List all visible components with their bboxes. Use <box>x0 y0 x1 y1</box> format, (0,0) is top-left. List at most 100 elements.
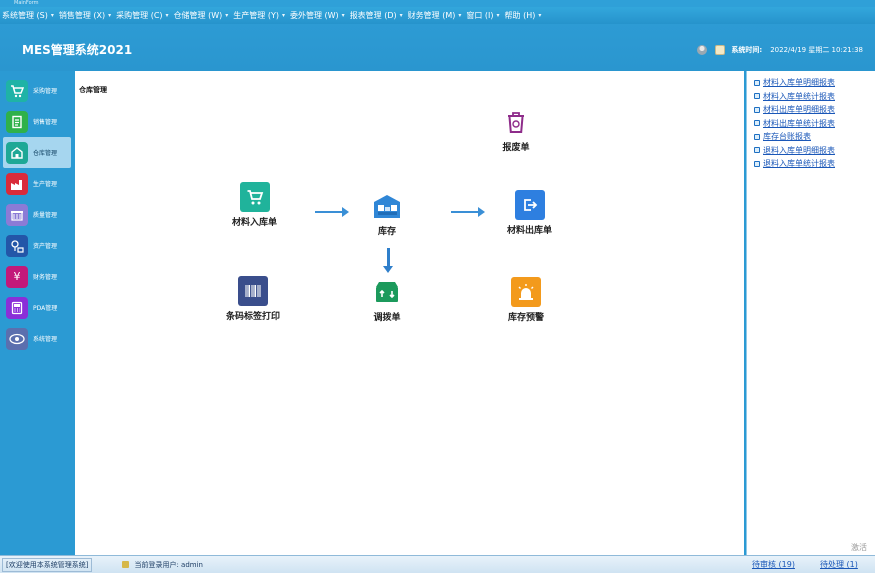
node-label: 调拨单 <box>373 313 401 323</box>
report-icon <box>754 160 760 167</box>
sidebar-item-sales[interactable]: 销售管理 <box>0 106 74 137</box>
sidebar: 采购管理 销售管理 仓库管理 生产管理 质量管理 资产管理 ¥ 财务管理 PDA… <box>0 71 74 555</box>
menu-reports[interactable]: 报表管理 (D) ▾ <box>350 10 408 21</box>
datetime-label: 系统时间: <box>731 46 763 54</box>
report-link[interactable]: 材料出库单统计报表 <box>754 117 875 131</box>
lock-icon <box>122 561 130 568</box>
pending-process-link[interactable]: 待处理 (1) <box>820 559 858 570</box>
material-in-node[interactable]: 材料入库单 <box>232 182 277 228</box>
sidebar-item-label: 财务管理 <box>33 274 58 281</box>
app-header: MES管理系统2021 系统时间: 2022/4/19 星期二 10:21:38 <box>0 24 875 71</box>
report-link[interactable]: 材料入库单明细报表 <box>754 76 875 90</box>
menu-finance[interactable]: 财务管理 (M) ▾ <box>408 10 467 21</box>
report-icon <box>754 106 760 113</box>
material-out-node[interactable]: 材料出库单 <box>507 190 552 236</box>
sidebar-item-finance[interactable]: ¥ 财务管理 <box>0 261 74 292</box>
flow-arrow-down <box>383 248 393 273</box>
scrap-order-node[interactable]: 报废单 <box>501 107 531 153</box>
node-label: 条码标签打印 <box>226 312 281 322</box>
alarm-icon <box>511 277 541 307</box>
window-titlebar: MainForm <box>0 0 875 7</box>
menu-sales[interactable]: 销售管理 (X) ▾ <box>59 10 116 21</box>
app-title: MES管理系统2021 <box>22 43 133 57</box>
report-link[interactable]: 材料入库单统计报表 <box>754 90 875 104</box>
gear-eye-icon <box>6 327 28 350</box>
page-title: 仓库管理 <box>79 86 107 94</box>
node-label: 库存预警 <box>508 313 545 323</box>
report-icon <box>754 120 760 127</box>
sidebar-item-label: 销售管理 <box>33 119 58 126</box>
report-link[interactable]: 退料入库单统计报表 <box>754 157 875 171</box>
pending-review-link[interactable]: 待审核 (19) <box>752 559 795 570</box>
sidebar-item-production[interactable]: 生产管理 <box>0 168 74 199</box>
chevron-down-icon: ▾ <box>225 12 229 19</box>
chevron-down-icon: ▾ <box>341 12 345 19</box>
sidebar-item-label: 仓库管理 <box>33 150 58 157</box>
sidebar-item-label: 资产管理 <box>33 243 58 250</box>
document-icon <box>6 110 28 133</box>
warehouse-icon <box>6 141 28 164</box>
transfer-order-node[interactable]: 调拨单 <box>372 277 402 323</box>
chevron-down-icon: ▾ <box>458 12 462 19</box>
report-icon <box>754 93 760 100</box>
sidebar-item-label: 质量管理 <box>33 212 58 219</box>
sidebar-item-quality[interactable]: 质量管理 <box>0 199 74 230</box>
sidebar-item-label: 生产管理 <box>33 181 58 188</box>
flow-arrow <box>315 207 349 217</box>
stock-alert-node[interactable]: 库存预警 <box>508 277 544 323</box>
header-status: 系统时间: 2022/4/19 星期二 10:21:38 <box>689 45 863 55</box>
menu-purchase[interactable]: 采购管理 (C) ▾ <box>116 10 173 21</box>
menu-production[interactable]: 生产管理 (Y) ▾ <box>233 10 290 21</box>
barcode-icon <box>238 276 268 306</box>
node-label: 库存 <box>377 227 396 237</box>
report-link[interactable]: 材料出库单明细报表 <box>754 103 875 117</box>
sidebar-item-purchase[interactable]: 采购管理 <box>0 75 74 106</box>
menu-warehouse[interactable]: 仓储管理 (W) ▾ <box>174 10 234 21</box>
chevron-down-icon: ▾ <box>165 12 169 19</box>
status-user: 当前登录用户: admin <box>122 560 203 570</box>
report-link[interactable]: 退料入库单明细报表 <box>754 144 875 158</box>
asset-icon <box>6 234 28 257</box>
stock-node[interactable]: 库存 <box>372 191 402 237</box>
chevron-down-icon: ▾ <box>281 12 285 19</box>
sidebar-item-assets[interactable]: 资产管理 <box>0 230 74 261</box>
chevron-down-icon: ▾ <box>538 12 542 19</box>
report-link[interactable]: 库存台账报表 <box>754 130 875 144</box>
status-bar: [欢迎使用本系统管理系统] 当前登录用户: admin 待审核 (19) 待处理… <box>0 555 875 573</box>
report-icon <box>754 133 760 140</box>
chevron-down-icon: ▾ <box>50 12 54 19</box>
chevron-down-icon: ▾ <box>496 12 500 19</box>
node-label: 材料出库单 <box>507 226 553 236</box>
transfer-box-icon <box>372 277 402 307</box>
node-label: 材料入库单 <box>232 218 278 228</box>
notepad-icon[interactable] <box>715 45 726 55</box>
barcode-print-node[interactable]: 条码标签打印 <box>226 276 280 322</box>
menu-system[interactable]: 系统管理 (S) ▾ <box>2 10 59 21</box>
factory-icon <box>6 172 28 195</box>
sidebar-item-warehouse[interactable]: 仓库管理 <box>3 137 71 168</box>
yen-icon: ¥ <box>6 265 28 288</box>
chevron-down-icon: ▾ <box>399 12 403 19</box>
cart-icon <box>239 182 270 212</box>
menu-bar: 系统管理 (S) ▾ 销售管理 (X) ▾ 采购管理 (C) ▾ 仓储管理 (W) ▾ … <box>0 7 875 24</box>
menu-window[interactable]: 窗口 (I) ▾ <box>466 10 504 21</box>
warehouse-icon <box>372 191 402 221</box>
sidebar-item-pda[interactable]: PDA管理 <box>0 292 74 323</box>
sidebar-item-label: 采购管理 <box>33 88 58 95</box>
main-content: 仓库管理 报废单 材料入库单 库存 材料出库单 条码标签打印 调拨单 库存预警 <box>75 71 744 555</box>
datetime-value: 2022/4/19 星期二 10:21:38 <box>770 46 863 54</box>
sidebar-item-label: PDA管理 <box>33 305 58 312</box>
pda-icon <box>6 296 28 319</box>
status-company: [欢迎使用本系统管理系统] <box>2 557 93 572</box>
user-icon[interactable] <box>697 45 708 55</box>
report-icon <box>754 147 760 154</box>
flow-arrow <box>451 207 485 217</box>
menu-outsourcing[interactable]: 委外管理 (W) ▾ <box>290 10 350 21</box>
cart-icon <box>6 79 28 102</box>
sidebar-item-system[interactable]: 系统管理 <box>0 323 74 354</box>
exit-icon <box>514 190 545 220</box>
trash-icon <box>501 107 531 137</box>
report-panel: 材料入库单明细报表 材料入库单统计报表 材料出库单明细报表 材料出库单统计报表 … <box>746 71 875 555</box>
node-label: 报废单 <box>502 143 530 153</box>
menu-help[interactable]: 帮助 (H) ▾ <box>505 10 547 21</box>
